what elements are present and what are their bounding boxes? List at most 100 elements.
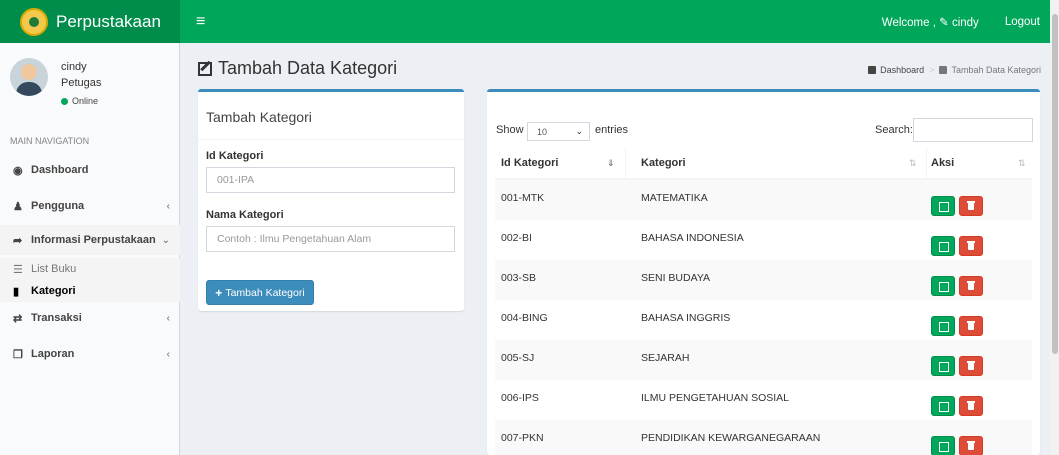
edit-button[interactable] [931,396,955,416]
online-dot-icon [61,97,68,105]
edit-icon [198,61,212,76]
column-header-aksi[interactable]: Aksi [931,148,954,178]
user-panel: cindy Petugas Online [0,43,179,123]
chevron-down-icon: ⌄ [575,126,583,136]
sort-icon[interactable]: ⇅ [1018,158,1026,169]
hamburger-icon[interactable]: ≡ [196,13,205,31]
edit-button[interactable] [931,316,955,336]
copy-icon: ❐ [13,348,23,361]
breadcrumb-dashboard[interactable]: Dashboard [880,65,924,75]
breadcrumb: Dashboard > Tambah Data Kategori [868,65,1041,75]
delete-button[interactable] [959,436,983,455]
user-role: Petugas [61,77,102,89]
entries-label: entries [595,124,629,136]
sidebar-item-transaksi[interactable]: ⇄ Transaksi ‹ [0,303,180,333]
scrollbar-thumb[interactable] [1052,14,1058,354]
table-box: Show 10 ⌄ entries Search: Id Kategori ⇓ … [487,89,1040,455]
sidebar: cindy Petugas Online MAIN NAVIGATION ◉ D… [0,43,180,455]
exchange-icon: ⇄ [13,312,23,325]
column-header-id-kategori[interactable]: Id Kategori [501,148,558,178]
table-row: 005-SJ SEJARAH [495,340,1032,380]
user-status: Online [61,96,98,106]
cell-kategori: ILMU PENGETAHUAN SOSIAL [641,392,790,404]
cell-kategori: MATEMATIKA [641,192,708,204]
entries-length-select[interactable]: 10 ⌄ [527,122,590,141]
edit-button[interactable] [931,236,955,256]
search-label: Search: [875,124,913,136]
cell-id: 006-IPS [501,392,539,404]
delete-button[interactable] [959,236,983,256]
id-kategori-label: Id Kategori [206,150,264,162]
cell-kategori: PENDIDIKAN KEWARGANEGARAAN [641,432,821,444]
cell-kategori: SENI BUDAYA [641,272,711,284]
cell-id: 004-BING [501,312,548,324]
sidebar-subitem-kategori[interactable]: ▮ Kategori [0,280,180,302]
form-box: Tambah Kategori Id Kategori 001-IPA Nama… [198,89,464,311]
dashboard-icon [868,66,877,74]
library-emblem-icon [20,7,48,36]
delete-button[interactable] [959,196,983,216]
chevron-down-icon: ⌄ [161,234,170,246]
table-row: 006-IPS ILMU PENGETAHUAN SOSIAL [495,380,1032,420]
sidebar-subitem-list-buku[interactable]: ☰ List Buku [0,258,180,280]
sidebar-item-dashboard[interactable]: ◉ Dashboard [0,155,180,185]
list-icon: ☰ [13,263,23,276]
table-header: Id Kategori ⇓ Kategori ⇅ Aksi ⇅ [495,148,1032,180]
book-icon: ▮ [13,285,20,298]
column-header-kategori[interactable]: Kategori [641,148,686,178]
sort-icon[interactable]: ⇅ [909,158,917,169]
tambah-kategori-button[interactable]: + Tambah Kategori [206,280,314,305]
column-divider [926,148,927,178]
nama-kategori-label: Nama Kategori [206,209,284,221]
show-label: Show [496,124,524,136]
header-username: cindy [951,16,979,29]
cell-id: 005-SJ [501,352,535,364]
cell-kategori: SEJARAH [641,352,690,364]
breadcrumb-separator: > [929,65,935,75]
brand-logo[interactable]: Perpustakaan [0,0,180,43]
edit-button[interactable] [931,196,955,216]
chevron-left-icon: ‹ [166,348,170,360]
delete-button[interactable] [959,356,983,376]
top-navbar: Perpustakaan ≡ Welcome , ✎ cindy Logout [0,0,1050,43]
delete-button[interactable] [959,396,983,416]
welcome-text[interactable]: Welcome , ✎ cindy [882,15,979,29]
table-row: 001-MTK MATEMATIKA [495,180,1032,220]
chevron-left-icon: ‹ [166,312,170,324]
nav-header: MAIN NAVIGATION [10,136,90,146]
cell-id: 007-PKN [501,432,544,444]
edit-button[interactable] [931,436,955,455]
delete-button[interactable] [959,276,983,296]
cell-id: 003-SB [501,272,537,284]
id-kategori-input[interactable]: 001-IPA [206,167,455,193]
chevron-left-icon: ‹ [166,200,170,212]
column-divider [625,148,626,178]
dashboard-icon: ◉ [13,164,23,177]
cell-kategori: BAHASA INGGRIS [641,312,731,324]
cell-kategori: BAHASA INDONESIA [641,232,744,244]
search-input[interactable] [913,118,1033,142]
edit-button[interactable] [931,356,955,376]
page-title: Tambah Data Kategori [198,58,397,79]
sidebar-item-informasi[interactable]: ➦ Informasi Perpustakaan ⌄ [0,225,180,255]
user-name: cindy [61,61,87,73]
breadcrumb-current: Tambah Data Kategori [951,65,1041,75]
edit-button[interactable] [931,276,955,296]
page-scrollbar[interactable] [1050,0,1059,455]
nama-kategori-input[interactable]: Contoh : Ilmu Pengetahuan Alam [206,226,455,252]
delete-button[interactable] [959,316,983,336]
avatar [10,58,48,96]
brand-name: Perpustakaan [56,11,161,31]
sort-asc-icon[interactable]: ⇓ [607,158,615,169]
plus-icon: + [215,285,223,300]
edit-icon: ✎ [939,16,949,29]
logout-link[interactable]: Logout [1005,16,1040,28]
divider [198,139,464,140]
cell-id: 002-BI [501,232,532,244]
table-row: 007-PKN PENDIDIKAN KEWARGANEGARAAN [495,420,1032,455]
user-icon: ♟ [13,200,23,213]
sidebar-item-laporan[interactable]: ❐ Laporan ‹ [0,339,180,369]
table-row: 002-BI BAHASA INDONESIA [495,220,1032,260]
table-row: 003-SB SENI BUDAYA [495,260,1032,300]
sidebar-item-pengguna[interactable]: ♟ Pengguna ‹ [0,191,180,221]
